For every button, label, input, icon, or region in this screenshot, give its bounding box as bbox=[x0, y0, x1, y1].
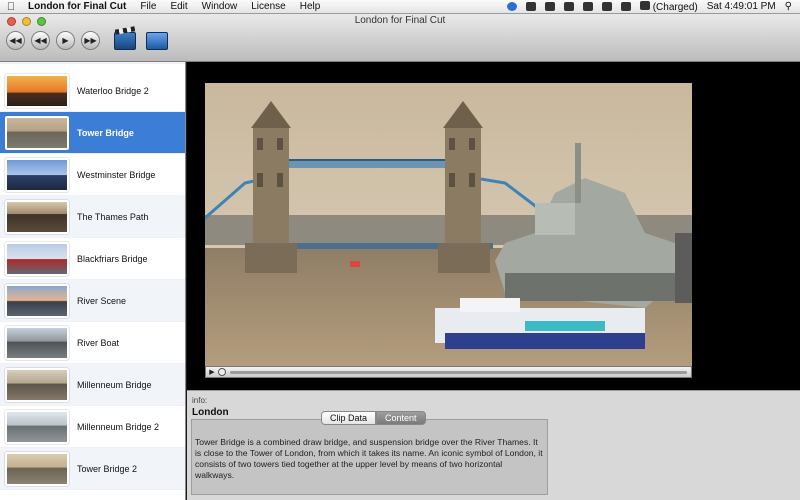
menu-edit[interactable]: Edit bbox=[163, 1, 194, 12]
fast-forward-button[interactable]: ▶▶ bbox=[81, 31, 100, 50]
clip-thumbnail bbox=[5, 73, 69, 108]
clip-list-item[interactable]: The Thames Path bbox=[0, 196, 185, 238]
clip-label: The Thames Path bbox=[77, 211, 149, 222]
menu-help[interactable]: Help bbox=[293, 1, 328, 12]
clip-list-item[interactable]: Millenneum Bridge bbox=[0, 364, 185, 406]
clip-thumbnail bbox=[5, 367, 69, 402]
clip-list-item-selected[interactable]: Tower Bridge bbox=[0, 112, 185, 154]
clip-thumbnail bbox=[5, 157, 69, 192]
tab-content[interactable]: Content bbox=[376, 411, 426, 425]
app-window: London for Final Cut ◀◀ ◀◀ ▶ ▶▶ Waterloo… bbox=[0, 14, 800, 500]
apple-menu-icon[interactable]:  bbox=[0, 1, 22, 13]
clip-thumbnail bbox=[5, 115, 69, 150]
clip-list-item[interactable]: Westminster Bridge bbox=[0, 154, 185, 196]
skip-back-icon: ◀◀ bbox=[9, 36, 22, 45]
wifi-icon[interactable] bbox=[601, 2, 612, 11]
clip-thumbnail bbox=[5, 199, 69, 234]
clip-label: Tower Bridge 2 bbox=[77, 463, 138, 474]
play-icon: ▶ bbox=[62, 36, 69, 45]
status-menu-area: (Charged) Sat 4:49:01 PM ⚲ bbox=[506, 0, 800, 13]
battery-label: (Charged) bbox=[652, 1, 698, 13]
rewind-button[interactable]: ◀◀ bbox=[31, 31, 50, 50]
menu-bar:  London for Final Cut File Edit Window … bbox=[0, 0, 800, 14]
clip-label: Blackfriars Bridge bbox=[77, 253, 148, 264]
volume-icon[interactable] bbox=[620, 2, 631, 11]
battery-icon bbox=[639, 0, 650, 10]
spotlight-icon[interactable]: ⚲ bbox=[785, 1, 792, 12]
display-icon[interactable] bbox=[544, 2, 555, 11]
clip-list-item[interactable]: River Scene bbox=[0, 280, 185, 322]
clip-label: Westminster Bridge bbox=[77, 169, 156, 180]
clip-thumbnail bbox=[5, 283, 69, 318]
rewind-icon: ◀◀ bbox=[34, 36, 47, 45]
menu-window[interactable]: Window bbox=[195, 1, 245, 12]
fast-forward-icon: ▶▶ bbox=[84, 36, 97, 45]
status-app-icon[interactable] bbox=[506, 2, 517, 11]
video-scrubber[interactable]: ▶ bbox=[205, 366, 692, 378]
battery-status[interactable]: (Charged) bbox=[639, 0, 698, 13]
bluetooth-icon[interactable] bbox=[582, 2, 593, 11]
title-bar: London for Final Cut ◀◀ ◀◀ ▶ ▶▶ bbox=[0, 14, 800, 62]
info-title: London bbox=[192, 407, 229, 418]
clip-label: River Scene bbox=[77, 295, 127, 306]
video-preview[interactable] bbox=[205, 83, 692, 366]
clip-list: Waterloo Bridge 2 Tower Bridge Westminst… bbox=[0, 62, 186, 500]
toolbar: ◀◀ ◀◀ ▶ ▶▶ bbox=[6, 31, 168, 50]
screen-icon[interactable] bbox=[146, 31, 168, 50]
clip-list-item-partial[interactable] bbox=[0, 62, 185, 64]
clip-label: Waterloo Bridge 2 bbox=[77, 85, 149, 96]
clip-list-item[interactable]: Tower Bridge 2 bbox=[0, 448, 185, 490]
sync-icon[interactable] bbox=[525, 2, 536, 11]
clip-thumbnail bbox=[5, 325, 69, 360]
preview-area: ▶ bbox=[187, 62, 800, 390]
clip-label: Tower Bridge bbox=[77, 127, 134, 138]
menu-file[interactable]: File bbox=[133, 1, 163, 12]
clip-thumbnail bbox=[5, 241, 69, 276]
play-button[interactable]: ▶ bbox=[56, 31, 75, 50]
previous-button[interactable]: ◀◀ bbox=[6, 31, 25, 50]
info-panel: info: London Clip Data Content Tower Bri… bbox=[187, 390, 800, 500]
clip-list-item[interactable]: Blackfriars Bridge bbox=[0, 238, 185, 280]
clip-list-item[interactable]: River Boat bbox=[0, 322, 185, 364]
playhead-handle[interactable] bbox=[218, 368, 226, 376]
clip-label: River Boat bbox=[77, 337, 120, 348]
clock[interactable]: Sat 4:49:01 PM bbox=[707, 1, 776, 12]
clapperboard-icon[interactable] bbox=[114, 31, 136, 50]
tab-clip-data[interactable]: Clip Data bbox=[321, 411, 377, 425]
scrubber-play-icon[interactable]: ▶ bbox=[206, 368, 218, 376]
tower-bridge-image bbox=[205, 83, 692, 366]
scrubber-track[interactable] bbox=[230, 370, 687, 374]
clip-thumbnail bbox=[5, 451, 69, 486]
clip-list-item[interactable]: Waterloo Bridge 2 bbox=[0, 70, 185, 112]
clip-thumbnail bbox=[5, 409, 69, 444]
menu-license[interactable]: License bbox=[244, 1, 292, 12]
clip-description: Tower Bridge is a combined draw bridge, … bbox=[191, 419, 548, 495]
clip-label: Millenneum Bridge 2 bbox=[77, 421, 160, 432]
app-menu[interactable]: London for Final Cut bbox=[22, 1, 133, 12]
info-tabs: Clip Data Content bbox=[321, 411, 426, 425]
clip-list-item[interactable]: Millenneum Bridge 2 bbox=[0, 406, 185, 448]
clip-label: Millenneum Bridge bbox=[77, 379, 152, 390]
time-machine-icon[interactable] bbox=[563, 2, 574, 11]
window-title: London for Final Cut bbox=[354, 15, 446, 26]
info-label: info: bbox=[192, 396, 208, 405]
